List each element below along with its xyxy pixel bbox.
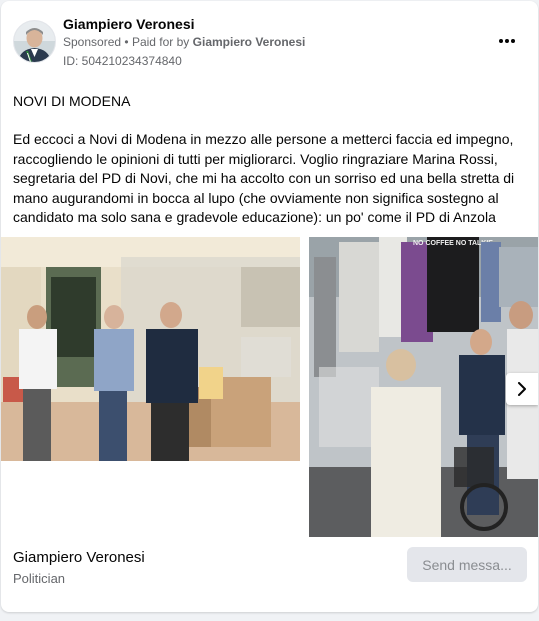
send-message-button[interactable]: Send messa... <box>407 547 527 582</box>
post-headline: NOVI DI MODENA <box>13 93 131 109</box>
ad-card: Giampiero Veronesi Sponsored • Paid for … <box>1 1 538 612</box>
avatar[interactable] <box>13 20 56 63</box>
more-horizontal-icon <box>499 39 503 43</box>
separator: • <box>124 35 129 49</box>
carousel-next-button[interactable] <box>506 373 538 405</box>
page-category: Politician <box>13 571 66 586</box>
photo-market-stall[interactable]: NO COFFEE NO TALKIE <box>309 237 538 537</box>
ad-id: ID: 504210234374840 <box>63 54 182 68</box>
page-name[interactable]: Giampiero Veronesi <box>13 549 145 566</box>
photo-shop-interior[interactable] <box>1 237 300 461</box>
more-options-button[interactable] <box>495 31 519 51</box>
chevron-right-icon <box>518 382 526 396</box>
post-body: Ed eccoci a Novi di Modena in mezzo alle… <box>13 131 515 225</box>
author-name[interactable]: Giampiero Veronesi <box>63 16 195 32</box>
paid-for-prefix: Paid for by <box>131 35 190 49</box>
paid-for-name: Giampiero Veronesi <box>192 35 306 49</box>
sponsored-label: Sponsored <box>63 35 122 49</box>
sponsored-line: Sponsored • Paid for by Giampiero Verone… <box>63 35 305 49</box>
